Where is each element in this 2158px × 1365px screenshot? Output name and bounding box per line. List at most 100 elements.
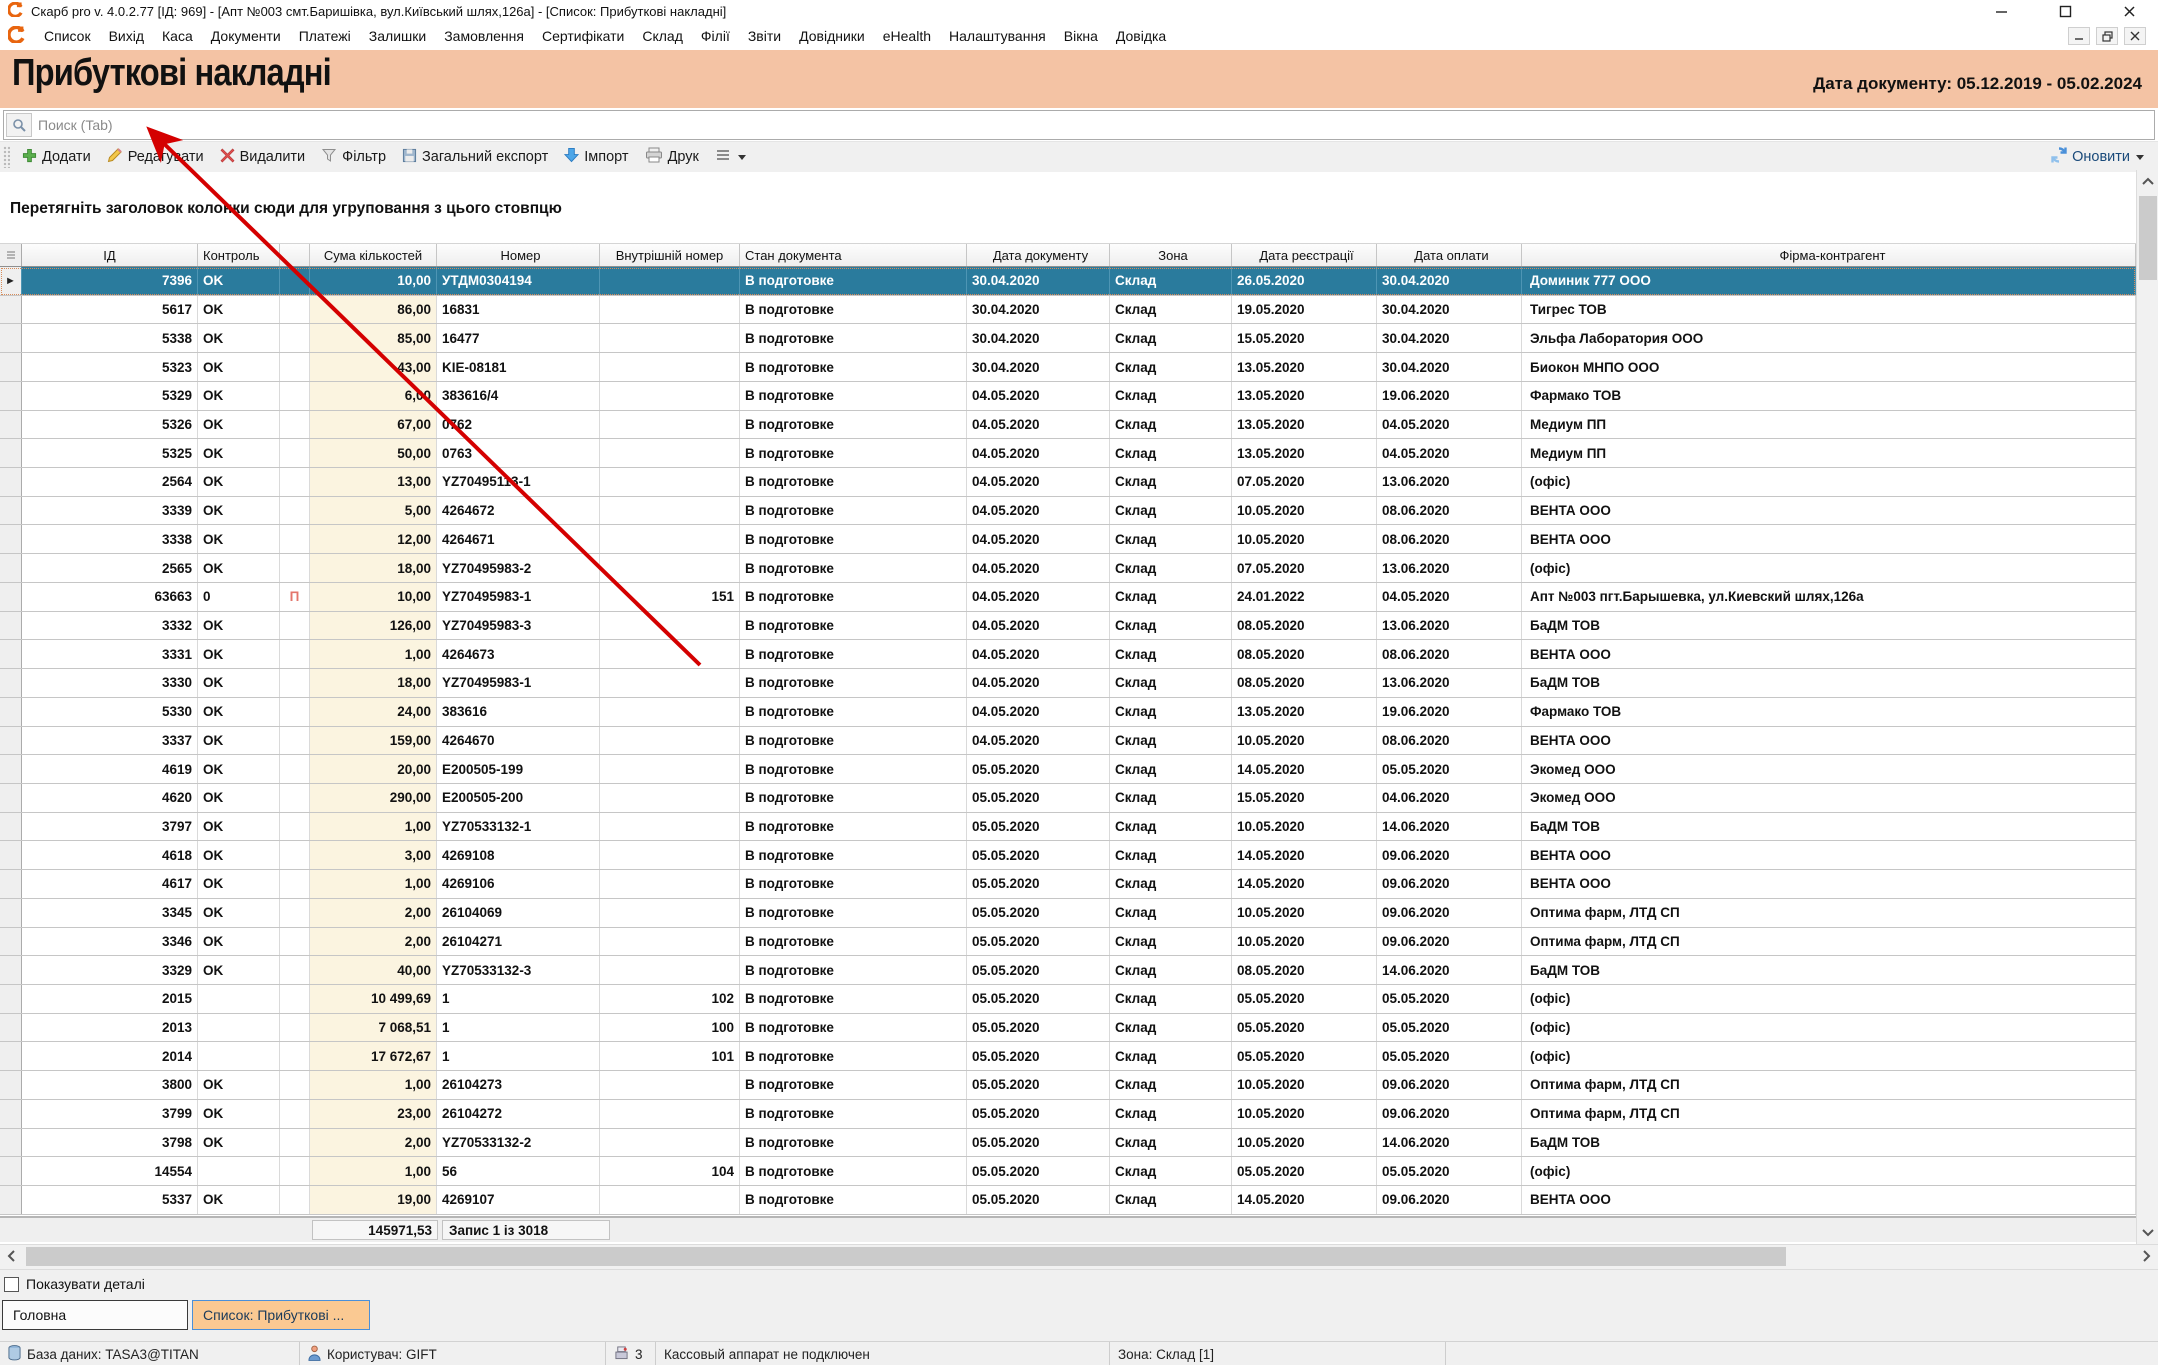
menu-item[interactable]: Налаштування bbox=[940, 25, 1055, 47]
table-row[interactable]: 5330OK24,00383616В подготовке04.05.2020С… bbox=[0, 698, 2136, 727]
filter-button[interactable]: Фільтр bbox=[313, 145, 394, 170]
table-row[interactable]: 3329OK40,00YZ70533132-3В подготовке05.05… bbox=[0, 956, 2136, 985]
horizontal-scroll-thumb[interactable] bbox=[26, 1247, 1786, 1266]
table-row[interactable]: 2565OK18,00YZ70495983-2В подготовке04.05… bbox=[0, 554, 2136, 583]
table-row[interactable]: 201510 499,691102В подготовке05.05.2020С… bbox=[0, 985, 2136, 1014]
mdi-minimize-button[interactable] bbox=[2068, 27, 2090, 45]
cell: В подготовке bbox=[740, 554, 967, 582]
cell: OK bbox=[198, 727, 280, 755]
menu-item[interactable]: Каса bbox=[153, 25, 202, 47]
group-by-panel[interactable]: Перетягніть заголовок колонки сюди для у… bbox=[0, 172, 2136, 243]
delete-button[interactable]: Видалити bbox=[212, 145, 314, 170]
menu-item[interactable]: Платежі bbox=[290, 25, 360, 47]
table-row[interactable]: 4619OK20,00E200505-199В подготовке05.05.… bbox=[0, 755, 2136, 784]
horizontal-scrollbar[interactable] bbox=[0, 1244, 2158, 1270]
table-row[interactable]: 5337OK19,004269107В подготовке05.05.2020… bbox=[0, 1186, 2136, 1215]
table-row[interactable]: 3332OK126,00YZ70495983-3В подготовке04.0… bbox=[0, 612, 2136, 641]
column-header[interactable]: Сума кількостей bbox=[310, 244, 437, 266]
table-row[interactable]: 636630П10,00YZ70495983-1151В подготовке0… bbox=[0, 583, 2136, 612]
table-row[interactable]: 5323OK43,00KIE-08181В подготовке30.04.20… bbox=[0, 353, 2136, 382]
menu-item[interactable]: Документи bbox=[202, 25, 290, 47]
mdi-restore-button[interactable] bbox=[2096, 27, 2118, 45]
cell: Склад bbox=[1110, 583, 1232, 611]
table-row[interactable]: 3331OK1,004264673В подготовке04.05.2020С… bbox=[0, 640, 2136, 669]
table-row[interactable]: 4617OK1,004269106В подготовке05.05.2020С… bbox=[0, 870, 2136, 899]
row-marker: ► bbox=[0, 267, 22, 295]
add-button[interactable]: Додати bbox=[14, 145, 99, 170]
vertical-scrollbar[interactable] bbox=[2136, 170, 2158, 1244]
table-row[interactable]: 3330OK18,00YZ70495983-1В подготовке04.05… bbox=[0, 669, 2136, 698]
show-details-checkbox[interactable] bbox=[4, 1277, 19, 1292]
table-row[interactable]: 5325OK50,000763В подготовке04.05.2020Скл… bbox=[0, 439, 2136, 468]
toolbar-grip[interactable] bbox=[3, 146, 10, 168]
refresh-button[interactable]: Оновити bbox=[2042, 143, 2158, 171]
cell: 30.04.2020 bbox=[967, 296, 1110, 324]
menu-item[interactable]: Залишки bbox=[360, 25, 435, 47]
scroll-down-arrow[interactable] bbox=[2137, 1222, 2158, 1244]
tab-home[interactable]: Головна bbox=[2, 1300, 188, 1330]
scroll-up-arrow[interactable] bbox=[2137, 170, 2158, 192]
menu-item[interactable]: Довідка bbox=[1107, 25, 1175, 47]
table-row[interactable]: 5338OK85,0016477В подготовке30.04.2020Ск… bbox=[0, 324, 2136, 353]
export-button[interactable]: Загальний експорт bbox=[394, 145, 556, 170]
table-row[interactable]: 145541,0056104В подготовке05.05.2020Скла… bbox=[0, 1157, 2136, 1186]
column-header[interactable]: Дата документу bbox=[967, 244, 1110, 266]
maximize-button[interactable] bbox=[2056, 3, 2074, 19]
scroll-right-arrow[interactable] bbox=[2136, 1245, 2158, 1267]
cell: OK bbox=[198, 497, 280, 525]
cell: 05.05.2020 bbox=[1232, 1157, 1377, 1185]
column-header[interactable]: Стан документа bbox=[740, 244, 967, 266]
table-row[interactable]: 4620OK290,00E200505-200В подготовке05.05… bbox=[0, 784, 2136, 813]
table-row[interactable]: 3346OK2,0026104271В подготовке05.05.2020… bbox=[0, 928, 2136, 957]
table-row[interactable]: 3339OK5,004264672В подготовке04.05.2020С… bbox=[0, 497, 2136, 526]
cell: 07.05.2020 bbox=[1232, 468, 1377, 496]
table-row[interactable]: 3797OK1,00YZ70533132-1В подготовке05.05.… bbox=[0, 813, 2136, 842]
edit-button[interactable]: Редагувати bbox=[99, 144, 212, 170]
table-row[interactable]: 3800OK1,0026104273В подготовке05.05.2020… bbox=[0, 1071, 2136, 1100]
menu-item[interactable]: Філії bbox=[692, 25, 739, 47]
table-row[interactable]: 3799OK23,0026104272В подготовке05.05.202… bbox=[0, 1100, 2136, 1129]
menu-item[interactable]: Вихід bbox=[100, 25, 153, 47]
column-header[interactable]: Внутрішній номер bbox=[600, 244, 740, 266]
table-row[interactable]: 20137 068,511100В подготовке05.05.2020Ск… bbox=[0, 1014, 2136, 1043]
menu-item[interactable]: Вікна bbox=[1055, 25, 1107, 47]
menu-item[interactable]: Замовлення bbox=[435, 25, 533, 47]
table-row[interactable]: 3345OK2,0026104069В подготовке05.05.2020… bbox=[0, 899, 2136, 928]
column-header[interactable]: Зона bbox=[1110, 244, 1232, 266]
column-header[interactable]: ІД bbox=[22, 244, 198, 266]
menu-item[interactable]: Сертифікати bbox=[533, 25, 633, 47]
close-button[interactable] bbox=[2120, 3, 2138, 19]
import-button[interactable]: Імпорт bbox=[556, 144, 636, 170]
table-row[interactable]: 201417 672,671101В подготовке05.05.2020С… bbox=[0, 1042, 2136, 1071]
search-input[interactable] bbox=[32, 116, 2154, 134]
scroll-left-arrow[interactable] bbox=[0, 1245, 22, 1267]
table-row[interactable]: 5617OK86,0016831В подготовке30.04.2020Ск… bbox=[0, 296, 2136, 325]
view-options-button[interactable] bbox=[707, 145, 754, 169]
table-row[interactable]: 5329OK6,00383616/4В подготовке04.05.2020… bbox=[0, 382, 2136, 411]
table-row[interactable]: ►7396OK10,00УТДМ0304194В подготовке30.04… bbox=[0, 267, 2136, 296]
vertical-scroll-thumb[interactable] bbox=[2139, 196, 2157, 280]
column-header[interactable]: Контроль bbox=[198, 244, 280, 266]
table-row[interactable]: 2564OK13,00YZ70495113-1В подготовке04.05… bbox=[0, 468, 2136, 497]
cell: 1,00 bbox=[310, 1157, 437, 1185]
menu-item[interactable]: Довідники bbox=[790, 25, 874, 47]
table-row[interactable]: 3798OK2,00YZ70533132-2В подготовке05.05.… bbox=[0, 1129, 2136, 1158]
table-row[interactable]: 3337OK159,004264670В подготовке04.05.202… bbox=[0, 727, 2136, 756]
menu-item[interactable]: Звіти bbox=[739, 25, 790, 47]
menu-item[interactable]: eHealth bbox=[874, 25, 940, 47]
menu-item[interactable]: Список bbox=[35, 25, 100, 47]
column-header[interactable]: Фірма-контрагент bbox=[1522, 244, 2136, 266]
column-header[interactable] bbox=[280, 244, 310, 266]
minimize-button[interactable] bbox=[1992, 3, 2010, 19]
tab-list-incoming-invoices[interactable]: Список: Прибуткові ... bbox=[192, 1300, 370, 1330]
column-header[interactable]: Дата оплати bbox=[1377, 244, 1522, 266]
print-button[interactable]: Друк bbox=[637, 144, 707, 170]
mdi-close-button[interactable] bbox=[2124, 27, 2146, 45]
menu-item[interactable]: Склад bbox=[633, 25, 692, 47]
cell: Тигрес ТОВ bbox=[1522, 296, 2136, 324]
column-header[interactable]: Номер bbox=[437, 244, 600, 266]
table-row[interactable]: 5326OK67,000762В подготовке04.05.2020Скл… bbox=[0, 411, 2136, 440]
table-row[interactable]: 4618OK3,004269108В подготовке05.05.2020С… bbox=[0, 841, 2136, 870]
column-header[interactable]: Дата реєстрації bbox=[1232, 244, 1377, 266]
table-row[interactable]: 3338OK12,004264671В подготовке04.05.2020… bbox=[0, 525, 2136, 554]
